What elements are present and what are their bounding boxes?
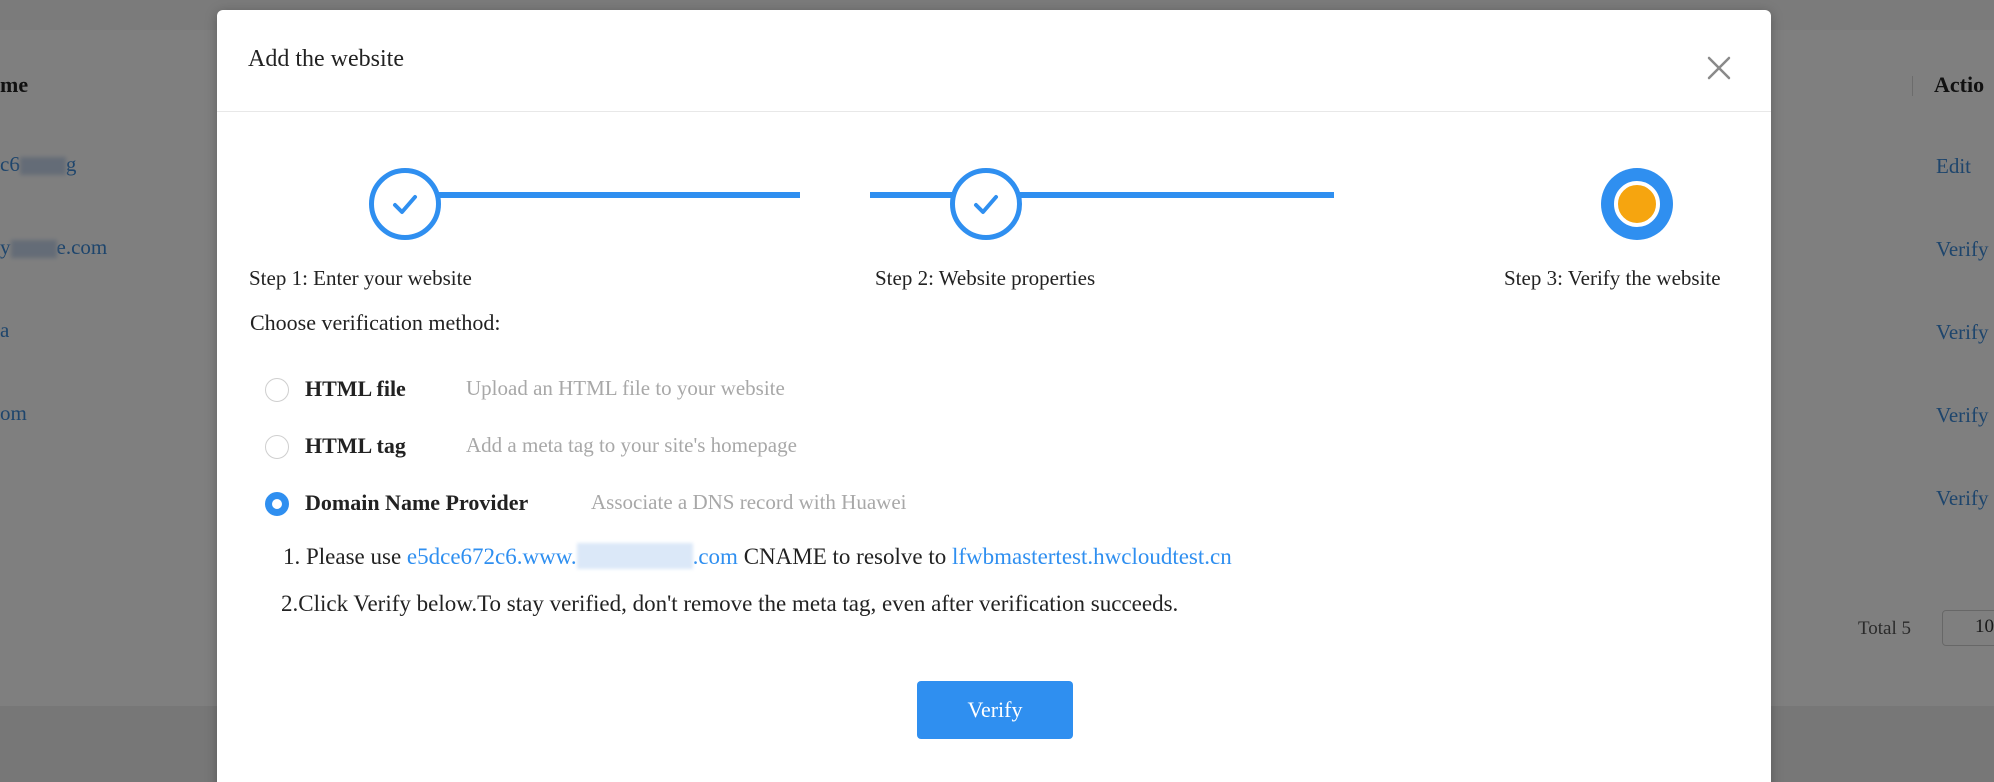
instruction-step-1: 1. Please use e5dce672c6.www. .com CNAME …: [283, 543, 1232, 570]
verification-method-label: Choose verification method:: [250, 310, 501, 335]
cname-target[interactable]: lfwbmastertest.hwcloudtest.cn: [952, 544, 1232, 569]
verify-button[interactable]: Verify: [917, 681, 1073, 739]
radio-html-tag[interactable]: [265, 435, 289, 459]
instruction-step-2: 2.Click Verify below.To stay verified, d…: [281, 591, 1179, 616]
step-1-indicator: [369, 168, 441, 240]
add-website-dialog: Add the website Step 1: Enter your websi…: [217, 10, 1771, 782]
radio-domain-provider[interactable]: [265, 492, 289, 516]
check-icon: [974, 195, 998, 214]
current-step-dot: [1614, 181, 1660, 227]
step-2-label: Step 2: Website properties: [875, 266, 1096, 290]
redacted-text: [576, 543, 693, 569]
step-connector: [407, 192, 800, 198]
step-3-indicator: [1601, 168, 1673, 240]
step-connector: [870, 192, 1334, 198]
radio-html-file[interactable]: [265, 378, 289, 402]
close-icon[interactable]: [1699, 48, 1739, 88]
method-description: Add a meta tag to your site's homepage: [466, 433, 797, 457]
method-name: HTML file: [305, 376, 406, 401]
method-name: Domain Name Provider: [305, 490, 529, 515]
dialog-header: Add the website: [217, 10, 1771, 112]
step-1-label: Step 1: Enter your website: [249, 266, 472, 290]
step-2-indicator: [950, 168, 1022, 240]
check-icon: [393, 195, 417, 214]
cname-host[interactable]: e5dce672c6.www. .com: [407, 543, 738, 569]
instruction-text: CNAME to resolve to: [737, 544, 952, 569]
method-description: Upload an HTML file to your website: [466, 376, 785, 400]
dialog-title: Add the website: [248, 46, 404, 72]
step-3-label: Step 3: Verify the website: [1504, 266, 1721, 290]
method-name: HTML tag: [305, 433, 406, 458]
method-description: Associate a DNS record with Huawei: [591, 490, 907, 514]
instruction-text: 1. Please use: [283, 544, 407, 569]
